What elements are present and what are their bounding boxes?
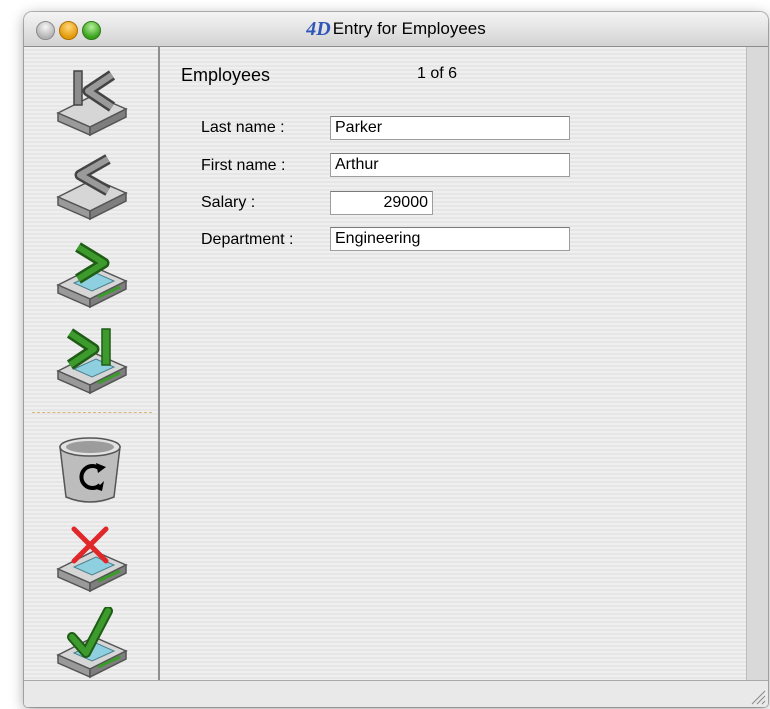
previous-record-button[interactable] xyxy=(52,149,130,221)
cancel-icon xyxy=(56,526,128,593)
first-record-icon xyxy=(56,70,128,137)
accept-button[interactable] xyxy=(52,606,130,679)
next-record-button[interactable] xyxy=(52,237,130,309)
toolbar-separator xyxy=(32,412,152,413)
first-record-button[interactable] xyxy=(52,65,130,137)
department-field[interactable] xyxy=(330,227,570,251)
vertical-scrollbar-track[interactable] xyxy=(746,47,768,681)
app-logo: 4D xyxy=(306,17,331,40)
window-content: Employees 1 of 6 Last name : First name … xyxy=(24,47,768,707)
last-name-field[interactable] xyxy=(330,116,570,140)
accept-icon xyxy=(56,606,128,679)
record-counter: 1 of 6 xyxy=(417,65,458,82)
previous-record-icon xyxy=(56,154,128,221)
status-bar xyxy=(24,680,768,707)
resize-handle-icon[interactable] xyxy=(748,687,766,705)
last-name-label: Last name : xyxy=(201,119,285,136)
department-label: Department : xyxy=(201,231,294,248)
title-bar[interactable]: 4D Entry for Employees xyxy=(24,12,768,47)
last-record-icon xyxy=(56,328,128,395)
record-form: Employees 1 of 6 Last name : First name … xyxy=(160,47,745,681)
record-toolbar xyxy=(24,47,160,681)
delete-record-button[interactable] xyxy=(52,433,130,505)
cancel-button[interactable] xyxy=(52,521,130,593)
table-name: Employees xyxy=(181,65,271,85)
trash-icon xyxy=(59,437,121,503)
salary-field[interactable] xyxy=(330,191,433,215)
title-group: 4D Entry for Employees xyxy=(24,12,768,46)
app-window: 4D Entry for Employees Employees 1 of 6 … xyxy=(24,12,768,707)
first-name-field[interactable] xyxy=(330,153,570,177)
first-name-label: First name : xyxy=(201,157,286,174)
window-title: Entry for Employees xyxy=(332,19,486,38)
last-record-button[interactable] xyxy=(52,323,130,395)
salary-label: Salary : xyxy=(201,194,256,211)
next-record-icon xyxy=(56,242,128,309)
